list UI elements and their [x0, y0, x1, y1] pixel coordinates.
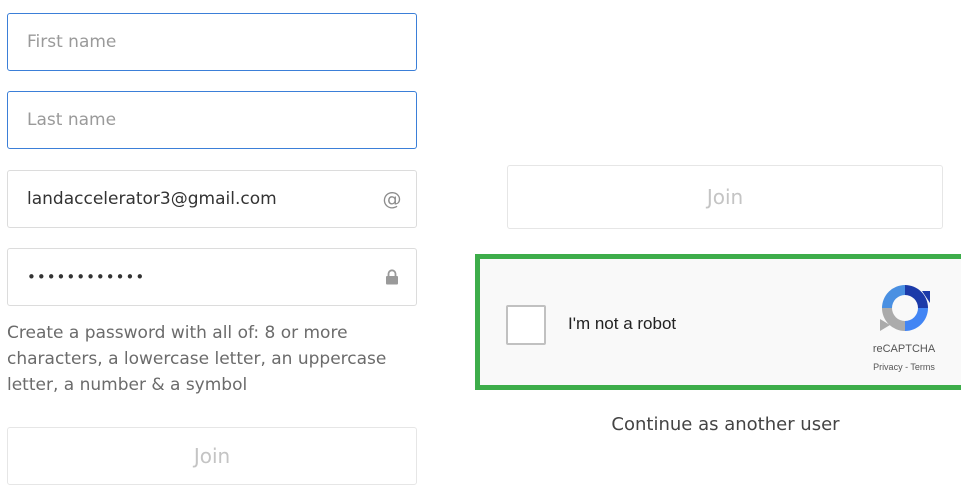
recaptcha-links: Privacy - Terms — [850, 362, 958, 372]
recaptcha-terms-link[interactable]: Terms — [910, 362, 935, 372]
email-field[interactable]: @ — [7, 170, 417, 228]
password-input[interactable] — [8, 249, 368, 305]
lock-icon — [368, 269, 416, 285]
recaptcha-privacy-link[interactable]: Privacy — [873, 362, 903, 372]
recaptcha-brand: reCAPTCHA — [872, 343, 936, 355]
first-name-input[interactable] — [8, 14, 416, 70]
last-name-input[interactable] — [8, 92, 416, 148]
recaptcha-logo-icon — [880, 285, 930, 331]
recaptcha-widget: I'm not a robot reCAPTCHA Privacy - Term… — [475, 254, 961, 390]
password-field[interactable] — [7, 248, 417, 306]
recaptcha-label: I'm not a robot — [568, 314, 677, 333]
at-sign-icon: @ — [382, 188, 402, 210]
continue-as-another-user-link[interactable]: Continue as another user — [508, 414, 943, 435]
join-button-right[interactable]: Join — [507, 165, 943, 229]
recaptcha-checkbox[interactable] — [506, 305, 546, 345]
join-button-left[interactable]: Join — [7, 427, 417, 485]
first-name-field[interactable] — [7, 13, 417, 71]
password-hint: Create a password with all of: 8 or more… — [7, 323, 387, 395]
email-input[interactable] — [8, 171, 368, 227]
last-name-field[interactable] — [7, 91, 417, 149]
